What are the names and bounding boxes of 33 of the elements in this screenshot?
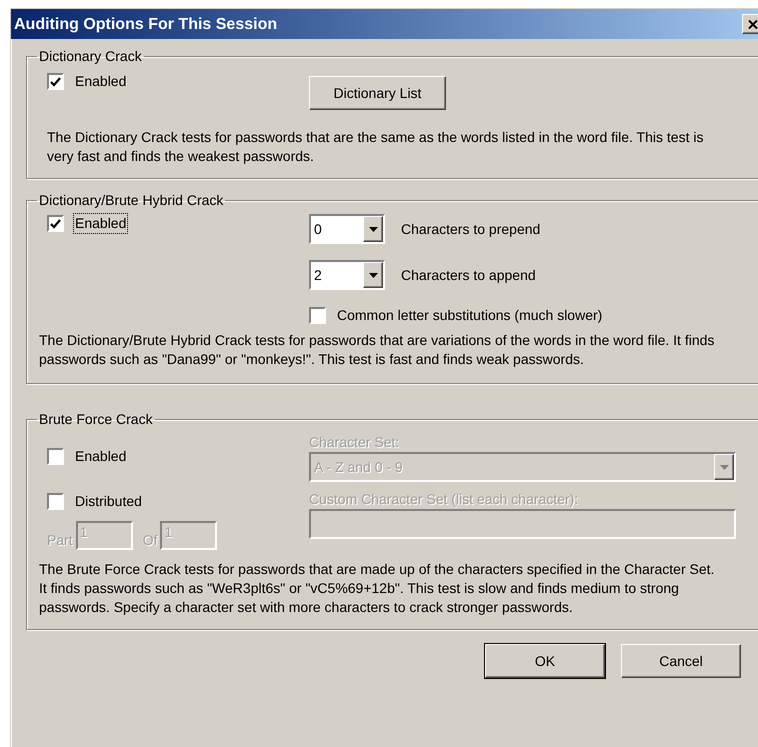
checkbox-label[interactable]: Enabled: [74, 72, 128, 91]
checkbox[interactable]: [47, 215, 64, 232]
description-text: The Brute Force Crack tests for passwords that are made up of the characters specified in the Character Set. It finds passwords such as "WeR3plt6s" or "vC5%69+12b". This test is slow and finds medium to strong passwords. Specify a character set with more characters to crack stronger passwords.: [39, 560, 716, 617]
window-title: Auditing Options For This Session: [14, 14, 278, 34]
check-icon: [50, 218, 61, 228]
dictionary-list-button[interactable]: Dictionary List: [309, 76, 446, 110]
close-button[interactable]: [742, 14, 758, 34]
checkbox-label[interactable]: Distributed: [74, 492, 143, 511]
description-text: The Dictionary/Brute Hybrid Crack tests for passwords that are variations of the words in the word file. It finds passwords such as "Dana99" or "monkeys!". This test is fast and finds weak passwords.: [39, 331, 716, 369]
dialog-button[interactable]: Cancel: [621, 644, 741, 678]
checkbox-label[interactable]: Enabled: [74, 447, 128, 466]
checkbox[interactable]: [47, 493, 64, 510]
check-icon: [50, 76, 61, 86]
number-dropdown[interactable]: 0: [309, 214, 385, 244]
number-dropdown[interactable]: 2: [309, 260, 385, 290]
dropdown-button[interactable]: [363, 262, 383, 288]
dialog-button[interactable]: OK: [485, 644, 605, 678]
checkbox[interactable]: [47, 448, 64, 465]
group-title: Dictionary Crack: [38, 47, 143, 66]
checkbox[interactable]: [47, 73, 64, 90]
caret-icon: [720, 464, 728, 470]
group-title: Dictionary/Brute Hybrid Crack: [38, 191, 224, 210]
checkbox-label[interactable]: Enabled: [74, 214, 128, 233]
dropdown-button[interactable]: [363, 216, 383, 242]
group-title: Brute Force Crack: [38, 410, 154, 429]
checkbox-label[interactable]: Common letter substitutions (much slower): [336, 306, 604, 325]
caret-icon: [368, 226, 378, 232]
checkbox[interactable]: [309, 307, 326, 324]
dropdown-label: Characters to append: [401, 266, 536, 284]
dropdown-label: Characters to prepend: [401, 220, 540, 238]
description-text: The Dictionary Crack tests for passwords that are the same as the words listed in the word file. This test is very fast and finds the weakest passwords.: [46, 128, 704, 166]
caret-icon: [368, 272, 378, 278]
close-icon: [748, 20, 758, 28]
